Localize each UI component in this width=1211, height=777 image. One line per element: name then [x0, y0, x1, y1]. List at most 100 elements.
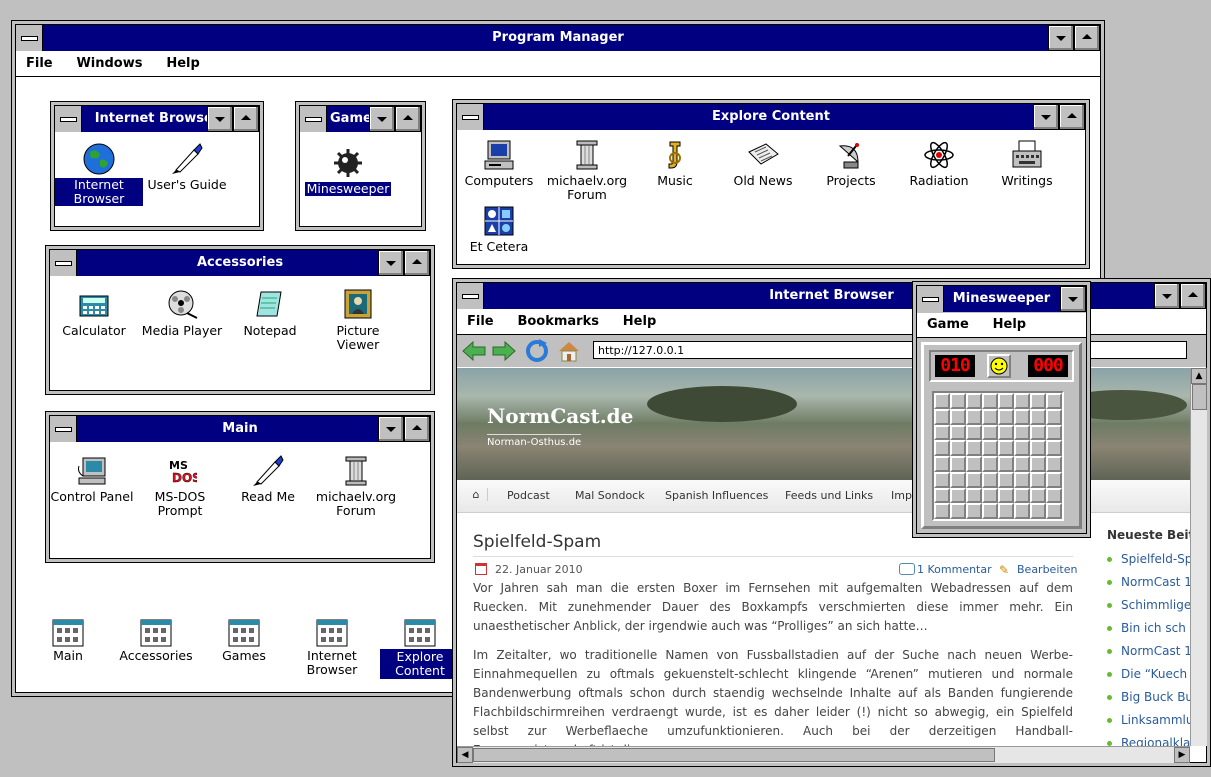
sidebar-link[interactable]: Schimmlige [1107, 594, 1190, 617]
minimize-button[interactable] [1060, 286, 1086, 312]
mine-cell[interactable] [966, 487, 982, 504]
mine-cell[interactable] [998, 424, 1014, 441]
main-group-titlebar[interactable]: Main [50, 416, 430, 442]
system-menu-icon[interactable] [50, 416, 77, 442]
menu-help[interactable]: Help [156, 52, 209, 75]
minimized-group-accessories[interactable]: Accessories [112, 619, 200, 663]
nav-home-icon[interactable]: ⌂ [465, 488, 488, 501]
mine-cell[interactable] [982, 424, 998, 441]
minesweeper-titlebar[interactable]: Minesweeper [917, 286, 1086, 312]
mine-cell[interactable] [1046, 456, 1062, 472]
system-menu-icon[interactable] [16, 25, 43, 51]
mine-cell[interactable] [934, 503, 950, 519]
maximize-button[interactable] [404, 250, 430, 276]
minesweeper-app-icon[interactable]: Minesweeper [300, 146, 396, 196]
mine-cell[interactable] [1046, 471, 1062, 488]
maximize-button[interactable] [233, 106, 259, 132]
maximize-button[interactable] [1074, 25, 1100, 51]
explore-content-group-titlebar[interactable]: Explore Content [457, 104, 1085, 130]
mine-cell[interactable] [950, 471, 966, 488]
mine-cell[interactable] [966, 424, 982, 441]
mine-cell[interactable] [950, 408, 966, 425]
mine-cell[interactable] [950, 487, 966, 504]
mine-cell[interactable] [1030, 456, 1046, 472]
mine-cell[interactable] [950, 503, 966, 519]
menu-help[interactable]: Help [983, 313, 1036, 336]
sidebar-link[interactable]: Bin ich sch [1107, 617, 1190, 640]
mine-cell[interactable] [1014, 424, 1030, 441]
browser-titlebar[interactable]: Internet Browser [457, 283, 1206, 309]
mine-cell[interactable] [950, 440, 966, 456]
msdos-prompt-app-icon[interactable]: MS DOS MS-DOS Prompt [136, 454, 224, 518]
minimized-group-explore-content[interactable]: Explore Content [376, 619, 464, 679]
mine-cell[interactable] [1030, 503, 1046, 519]
mine-cell[interactable] [1046, 424, 1062, 441]
menu-windows[interactable]: Windows [66, 52, 152, 75]
music-app-icon[interactable]: Music [631, 138, 719, 188]
mine-cell[interactable] [934, 456, 950, 472]
mine-cell[interactable] [1014, 487, 1030, 504]
read-me-app-icon[interactable]: Read Me [224, 454, 312, 504]
vertical-scrollbar[interactable]: ▲ [1190, 368, 1207, 746]
users-guide-app-icon[interactable]: User's Guide [143, 142, 231, 192]
calculator-app-icon[interactable]: Calculator [50, 288, 138, 338]
minimized-group-games[interactable]: Games [200, 619, 288, 663]
mine-cell[interactable] [966, 503, 982, 519]
minimize-button[interactable] [1154, 283, 1180, 309]
mine-cell[interactable] [982, 408, 998, 425]
mine-cell[interactable] [982, 456, 998, 472]
scroll-left-icon[interactable]: ◀ [457, 747, 473, 763]
mine-cell[interactable] [998, 503, 1014, 519]
media-player-app-icon[interactable]: Media Player [138, 288, 226, 338]
et-cetera-app-icon[interactable]: Et Cetera [455, 204, 543, 254]
accessories-group-titlebar[interactable]: Accessories [50, 250, 430, 276]
mine-cell[interactable] [1014, 393, 1030, 409]
comments-link[interactable]: 1 Kommentar [917, 563, 992, 576]
forum-app-icon[interactable]: michaelv.org Forum [312, 454, 400, 518]
mine-cell[interactable] [966, 471, 982, 488]
mine-cell[interactable] [1046, 393, 1062, 409]
mine-cell[interactable] [998, 393, 1014, 409]
mine-cell[interactable] [982, 471, 998, 488]
maximize-button[interactable] [1180, 283, 1206, 309]
mine-cell[interactable] [982, 440, 998, 456]
smiley-face-button[interactable] [987, 354, 1011, 378]
mine-cell[interactable] [1030, 487, 1046, 504]
internet-browser-app-icon[interactable]: Internet Browser [55, 142, 143, 206]
scroll-up-icon[interactable]: ▲ [1191, 368, 1207, 384]
menu-file[interactable]: File [16, 52, 63, 75]
horizontal-scrollbar[interactable]: ◀ ▶ [457, 746, 1190, 763]
explore-forum-app-icon[interactable]: michaelv.org Forum [543, 138, 631, 202]
old-news-app-icon[interactable]: Old News [719, 138, 807, 188]
scroll-right-icon[interactable]: ▶ [1174, 747, 1190, 763]
system-menu-icon[interactable] [55, 106, 82, 132]
mine-cell[interactable] [966, 456, 982, 472]
edit-link[interactable]: Bearbeiten [1017, 563, 1077, 576]
mine-cell[interactable] [998, 487, 1014, 504]
system-menu-icon[interactable] [50, 250, 77, 276]
mine-cell[interactable] [982, 487, 998, 504]
forward-arrow-icon[interactable] [491, 339, 517, 363]
mine-cell[interactable] [950, 456, 966, 472]
mine-cell[interactable] [1014, 503, 1030, 519]
mine-cell[interactable] [966, 440, 982, 456]
menu-bookmarks[interactable]: Bookmarks [507, 310, 609, 333]
mine-cell[interactable] [1046, 503, 1062, 519]
sidebar-link[interactable]: Big Buck Bu [1107, 686, 1190, 709]
projects-app-icon[interactable]: Projects [807, 138, 895, 188]
mine-cell[interactable] [934, 424, 950, 441]
back-arrow-icon[interactable] [461, 339, 487, 363]
sidebar-link[interactable]: Die “Kuech [1107, 663, 1190, 686]
mine-cell[interactable] [934, 408, 950, 425]
mine-cell[interactable] [982, 393, 998, 409]
minimize-button[interactable] [1033, 104, 1059, 130]
minimize-button[interactable] [207, 106, 233, 132]
menu-game[interactable]: Game [917, 313, 979, 336]
maximize-button[interactable] [1059, 104, 1085, 130]
notepad-app-icon[interactable]: Notepad [226, 288, 314, 338]
mine-cell[interactable] [998, 471, 1014, 488]
mine-cell[interactable] [998, 440, 1014, 456]
writings-app-icon[interactable]: Writings [983, 138, 1071, 188]
mine-cell[interactable] [1030, 424, 1046, 441]
control-panel-app-icon[interactable]: Control Panel [48, 454, 136, 504]
